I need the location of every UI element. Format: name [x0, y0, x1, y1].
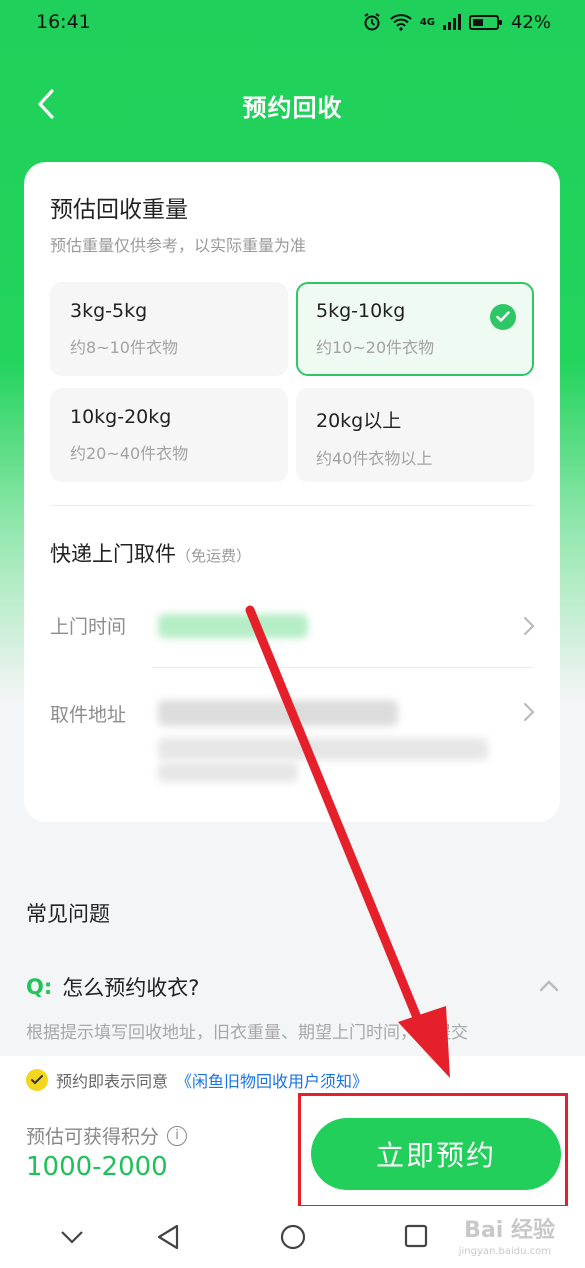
points-value: 1000-2000: [26, 1152, 168, 1182]
option-desc: 约8~10件衣物: [70, 338, 178, 357]
wifi-icon: [390, 14, 412, 31]
option-desc: 约20~40件衣物: [70, 444, 189, 463]
free-shipping-note: （免运费）: [176, 547, 252, 565]
pickup-title-text: 快递上门取件: [50, 542, 176, 566]
chevron-right-icon: [523, 616, 535, 636]
signal-icon: [442, 14, 461, 30]
back-button[interactable]: [28, 86, 64, 122]
user-agreement-link[interactable]: 《闲鱼旧物回收用户须知》: [176, 1068, 368, 1092]
annotation-highlight-box: [298, 1093, 568, 1208]
pickup-time-value-blurred: [158, 614, 308, 638]
battery-level: 42%: [510, 11, 551, 33]
points-label-text: 预估可获得积分: [26, 1126, 160, 1148]
agreement-row: 预约即表示同意 《闲鱼旧物回收用户须知》: [26, 1068, 368, 1092]
row-divider: [152, 667, 534, 668]
info-icon[interactable]: i: [167, 1125, 188, 1146]
section-divider: [50, 505, 534, 506]
chevron-left-icon: [38, 89, 54, 119]
agreement-checkbox[interactable]: [26, 1069, 48, 1091]
status-time: 16:41: [36, 11, 91, 33]
baidu-watermark: Bai 经验: [464, 1218, 555, 1243]
option-range: 3kg-5kg: [70, 300, 148, 322]
faq-answer: 根据提示填写回收地址，旧衣重量、期望上门时间，并提交: [26, 1023, 468, 1043]
address-line-blurred: [158, 700, 398, 726]
faq-question-text: 怎么预约收衣?: [62, 976, 200, 1000]
collapse-icon[interactable]: [60, 1230, 84, 1244]
alarm-icon: [364, 13, 380, 31]
chevron-right-icon: [523, 702, 535, 722]
status-bar: 16:41 4G 42%: [0, 0, 585, 44]
faq-q-mark: Q:: [26, 975, 53, 999]
page-title: 预约回收: [242, 93, 343, 122]
battery-icon: [468, 14, 502, 30]
chevron-up-icon[interactable]: [539, 978, 559, 992]
weight-section-subtitle: 预估重量仅供参考，以实际重量为准: [50, 236, 307, 255]
baidu-watermark-url: jingyan.baidu.com: [458, 1246, 551, 1257]
option-desc: 约40件衣物以上: [316, 449, 433, 468]
weight-option-10-20kg[interactable]: 10kg-20kg 约20~40件衣物: [50, 388, 288, 482]
booking-card: 预估回收重量 预估重量仅供参考，以实际重量为准 3kg-5kg 约8~10件衣物…: [24, 162, 560, 822]
weight-option-20kg-plus[interactable]: 20kg以上 约40件衣物以上: [296, 388, 534, 482]
pickup-address-label: 取件地址: [50, 704, 127, 726]
address-line-blurred: [158, 762, 298, 782]
faq-section-title: 常见问题: [26, 902, 110, 926]
checkmark-icon: [490, 304, 516, 330]
status-icons: 4G 42%: [362, 12, 551, 33]
option-desc: 约10~20件衣物: [316, 338, 435, 357]
nav-bar: 预约回收: [0, 74, 585, 136]
pickup-section-title: 快递上门取件（免运费）: [50, 538, 251, 568]
pickup-time-label: 上门时间: [50, 616, 127, 638]
network-type: 4G: [419, 16, 435, 28]
address-line-blurred: [158, 738, 488, 760]
option-range: 10kg-20kg: [70, 406, 172, 428]
home-circle-icon[interactable]: [280, 1224, 306, 1250]
option-range: 20kg以上: [316, 410, 402, 432]
agreement-text: 预约即表示同意: [56, 1072, 169, 1091]
pickup-address-row[interactable]: 取件地址: [24, 682, 560, 792]
recents-square-icon[interactable]: [404, 1224, 428, 1248]
weight-section-title: 预估回收重量: [50, 197, 188, 223]
back-triangle-icon[interactable]: [156, 1224, 180, 1250]
faq-question[interactable]: Q: 怎么预约收衣?: [26, 972, 199, 1002]
weight-option-5-10kg[interactable]: 5kg-10kg 约10~20件衣物: [296, 282, 534, 376]
pickup-time-row[interactable]: 上门时间: [24, 592, 560, 658]
weight-option-3-5kg[interactable]: 3kg-5kg 约8~10件衣物: [50, 282, 288, 376]
points-label: 预估可获得积分 i: [26, 1122, 188, 1149]
